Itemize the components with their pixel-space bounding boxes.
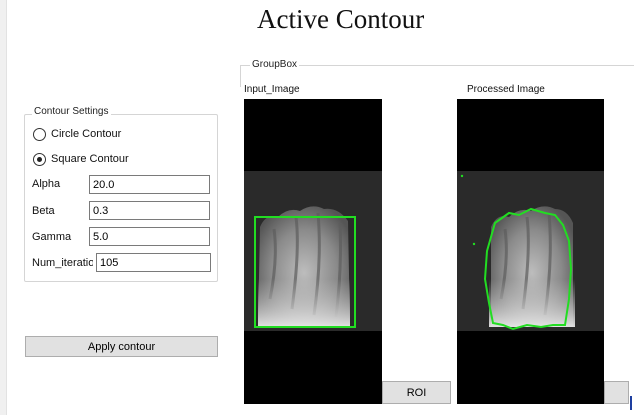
square-contour-label: Square Contour bbox=[51, 153, 129, 165]
contour-settings-title: Contour Settings bbox=[32, 106, 111, 117]
radio-unchecked-icon bbox=[33, 127, 46, 141]
text-cursor bbox=[630, 396, 632, 410]
radio-checked-icon bbox=[33, 152, 46, 166]
gamma-input[interactable] bbox=[89, 227, 210, 246]
apply-contour-button[interactable]: Apply contour bbox=[25, 336, 218, 357]
partial-button[interactable] bbox=[604, 381, 629, 404]
circle-contour-radio[interactable]: Circle Contour bbox=[33, 126, 121, 142]
processed-image-caption: Processed Image bbox=[467, 84, 545, 95]
beta-label: Beta bbox=[32, 205, 55, 217]
gamma-label: Gamma bbox=[32, 231, 72, 243]
groupbox-title: GroupBox bbox=[250, 59, 300, 70]
input-image-caption: Input_Image bbox=[244, 84, 300, 95]
processed-image-view bbox=[457, 99, 604, 404]
num-iterations-label: Num_iteratio bbox=[32, 257, 93, 269]
square-contour-radio[interactable]: Square Contour bbox=[33, 151, 129, 167]
window-title: Active Contour bbox=[257, 4, 425, 34]
beta-input[interactable] bbox=[89, 201, 210, 220]
alpha-label: Alpha bbox=[32, 178, 61, 190]
circle-contour-label: Circle Contour bbox=[51, 128, 122, 140]
window-left-edge bbox=[0, 0, 7, 415]
groupbox-frame-left bbox=[240, 65, 241, 87]
groupbox-frame-top bbox=[240, 65, 634, 66]
roi-button[interactable]: ROI bbox=[382, 381, 451, 404]
input-image-view bbox=[244, 99, 382, 404]
alpha-input[interactable] bbox=[89, 175, 210, 194]
num-iterations-input[interactable] bbox=[96, 253, 211, 272]
